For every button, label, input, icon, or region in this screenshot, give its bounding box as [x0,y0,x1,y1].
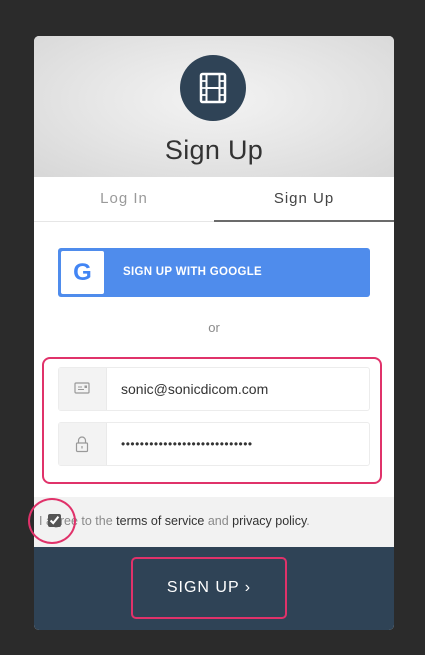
email-icon-box [59,368,107,410]
google-signup-label: SIGN UP WITH GOOGLE [123,266,263,278]
terms-text: I agree to the terms of service and priv… [39,514,310,528]
email-field-group [58,367,370,411]
logo-badge [180,55,246,121]
lock-icon [75,436,89,453]
terms-of-service-link[interactable]: terms of service [116,514,204,528]
terms-row: I agree to the terms of service and priv… [34,497,394,547]
sign-up-button[interactable]: SIGN UP › [131,557,287,619]
privacy-policy-link[interactable]: privacy policy [232,514,306,528]
google-logo: G [61,251,104,294]
google-icon: G [73,259,92,286]
card-header: Sign Up [34,36,394,177]
password-input[interactable] [121,423,357,465]
tab-divider [34,221,214,222]
terms-middle: and [204,514,233,528]
page-title: Sign Up [164,135,264,165]
tab-log-in[interactable]: Log In [34,177,214,222]
tab-sign-up[interactable]: Sign Up [214,177,394,222]
auth-tabs: Log In Sign Up [34,177,394,222]
id-card-icon [74,382,90,394]
password-field-group [58,422,370,466]
signup-card: Sign Up Log In Sign Up G SIGN UP WITH GO… [34,36,394,630]
password-icon-box [59,423,107,465]
film-icon [199,72,227,104]
agree-checkbox[interactable] [48,514,61,527]
terms-suffix: . [306,514,310,528]
google-signup-button[interactable]: G SIGN UP WITH GOOGLE [58,248,370,297]
card-footer: SIGN UP › [34,547,394,630]
or-divider: or [208,320,220,335]
email-input[interactable] [121,368,357,410]
